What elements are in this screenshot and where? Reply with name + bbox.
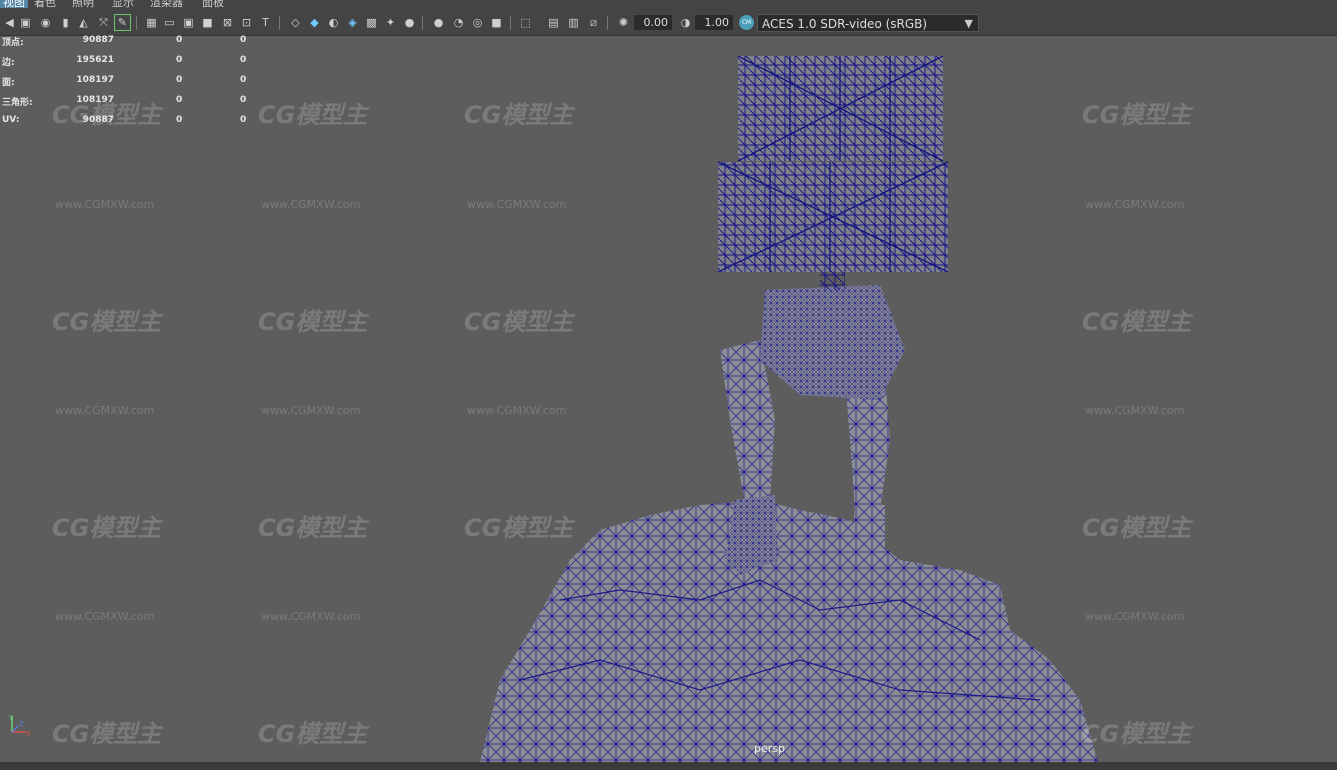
hud-row-edges: 边: 195621 0 0 (2, 55, 262, 75)
cargo-cage-upper (737, 55, 944, 162)
hud-value: 0 (240, 35, 247, 45)
hud-value: 108197 (76, 95, 114, 105)
gate-mask-icon[interactable]: ■ (200, 15, 215, 30)
menu-lighting[interactable]: 照明 (72, 0, 94, 8)
hud-label: 面: (2, 78, 15, 88)
poly-count-hud: 顶点: 90887 0 0 边: 195621 0 0 面: 108197 0 … (2, 35, 262, 135)
hud-value: 0 (176, 95, 183, 105)
hud-value: 0 (240, 115, 247, 125)
field-chart-icon[interactable]: ⊠ (220, 15, 235, 30)
hud-label: 三角形: (2, 98, 33, 108)
hud-value: 90887 (82, 35, 114, 45)
two-d-pan-zoom-icon[interactable]: ⤧ (96, 15, 111, 30)
xray-icon[interactable]: ▤ (546, 15, 561, 30)
camera-select-icon[interactable]: ◀ (2, 15, 17, 30)
panel-bottom-border (0, 762, 1337, 770)
hud-value: 0 (240, 75, 247, 85)
textured-icon[interactable]: ▩ (364, 15, 379, 30)
depth-of-field-icon[interactable]: ■ (489, 15, 504, 30)
resolution-gate-icon[interactable]: ▣ (181, 15, 196, 30)
menu-shading[interactable]: 着色 (34, 0, 56, 8)
color-management-icon[interactable]: CM (739, 15, 754, 30)
toolbar-separator (510, 16, 511, 30)
hud-label: UV: (2, 115, 20, 125)
smooth-shade-icon[interactable]: ◆ (307, 15, 322, 30)
image-plane-icon[interactable]: ◭ (76, 15, 91, 30)
cargo-cage-lower (717, 161, 949, 273)
panel-toolbar: ◀ ▣ ◉ ▮ ◭ ⤧ ✎ ▦ ▭ ▣ ■ ⊠ ⊡ T ◇ ◆ ◐ ◈ ▩ ✦ … (0, 11, 1337, 36)
robot-torso (760, 268, 905, 400)
isolate-select-icon[interactable]: ⬚ (518, 15, 533, 30)
menu-show[interactable]: 显示 (112, 0, 134, 8)
lights-icon[interactable]: ✦ (383, 15, 398, 30)
rock-mesh (480, 500, 1098, 762)
color-space-dropdown[interactable]: ACES 1.0 SDR-video (sRGB) ▼ (757, 14, 979, 32)
bookmark-icon[interactable]: ▮ (58, 15, 73, 30)
grid-icon[interactable]: ▦ (144, 15, 159, 30)
viewport-3d[interactable] (0, 36, 1337, 762)
axis-z-label: Z (19, 720, 24, 728)
wireframe-icon[interactable]: ◇ (288, 15, 303, 30)
safe-title-icon[interactable]: T (258, 15, 273, 30)
toolbar-separator (422, 16, 423, 30)
hud-row-faces: 面: 108197 0 0 (2, 75, 262, 95)
hud-value: 0 (240, 55, 247, 65)
hud-row-uvs: UV: 90887 0 0 (2, 115, 262, 135)
ambient-occlusion-icon[interactable]: ● (431, 15, 446, 30)
menu-bar: 视图 着色 照明 显示 渲染器 面板 (0, 0, 1337, 11)
menu-view[interactable]: 视图 (0, 0, 28, 8)
hud-value: 0 (176, 115, 183, 125)
hud-value: 0 (240, 95, 247, 105)
anti-alias-icon[interactable]: ◎ (470, 15, 485, 30)
xray-joints-icon[interactable]: ▥ (566, 15, 581, 30)
toolbar-separator (607, 16, 608, 30)
film-gate-icon[interactable]: ▭ (162, 15, 177, 30)
shadows-icon[interactable]: ● (402, 15, 417, 30)
menu-renderer[interactable]: 渲染器 (150, 0, 183, 8)
exposure-icon[interactable]: ✺ (616, 15, 631, 30)
hud-value: 0 (176, 75, 183, 85)
hud-row-triangles: 三角形: 108197 0 0 (2, 95, 262, 115)
camera-bookmark-icon[interactable]: ◉ (38, 15, 53, 30)
view-axis-gizmo: Y X Z (6, 712, 36, 742)
backface-culling-icon[interactable]: ⧄ (586, 15, 601, 30)
camera-attributes-icon[interactable]: ▣ (18, 15, 33, 30)
hud-value: 90887 (82, 115, 114, 125)
hud-value: 0 (176, 55, 183, 65)
axis-x-label: X (26, 730, 31, 738)
camera-name-label: persp (754, 742, 785, 755)
menu-panels[interactable]: 面板 (202, 0, 224, 8)
hud-value: 195621 (76, 55, 114, 65)
default-material-icon[interactable]: ◐ (326, 15, 341, 30)
hud-label: 边: (2, 58, 15, 68)
axis-y-label: Y (8, 714, 14, 722)
hud-label: 顶点: (2, 38, 24, 48)
color-space-value: ACES 1.0 SDR-video (sRGB) (762, 17, 928, 31)
toolbar-separator (136, 16, 137, 30)
toolbar-separator (279, 16, 280, 30)
safe-action-icon[interactable]: ⊡ (239, 15, 254, 30)
hud-value: 108197 (76, 75, 114, 85)
exposure-field[interactable]: 0.00 (634, 15, 672, 30)
gamma-field[interactable]: 1.00 (695, 15, 733, 30)
grease-pencil-icon[interactable]: ✎ (114, 14, 131, 31)
hud-row-vertices: 顶点: 90887 0 0 (2, 35, 262, 55)
motion-blur-icon[interactable]: ◔ (451, 15, 466, 30)
gamma-icon[interactable]: ◑ (678, 15, 693, 30)
chevron-down-icon: ▼ (964, 17, 973, 30)
hud-value: 0 (176, 35, 183, 45)
wireframe-on-shaded-icon[interactable]: ◈ (345, 15, 360, 30)
